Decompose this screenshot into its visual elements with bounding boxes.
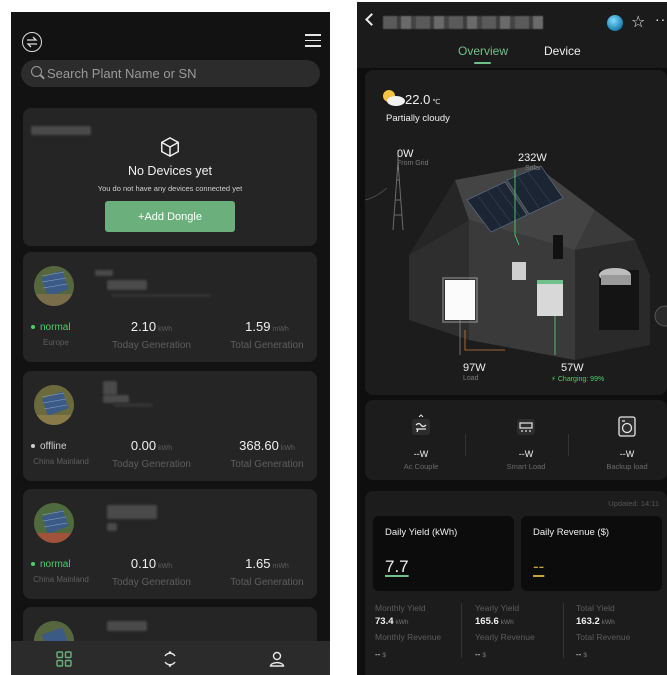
today-generation: 2.10 kWh Today Generation: [112, 319, 191, 351]
load-power: 97W: [463, 362, 486, 374]
total-generation: 1.59 mWh Total Generation: [230, 319, 304, 351]
plant-name-redacted: [107, 523, 117, 531]
daily-yield-value: 7.7: [385, 557, 409, 576]
energy-flow-panel: 22.0 ℃ Partially cloudy 0W From Grid 232W…: [365, 70, 667, 395]
star-icon[interactable]: ☆: [631, 12, 645, 32]
total-stats: Total Yield 163.2 kWh Total Revenue -- $: [576, 603, 631, 659]
plant-list-screen: No Devices yet You do not have any devic…: [11, 12, 330, 675]
temperature: 22.0 ℃: [405, 92, 441, 107]
region-label: China Mainland: [33, 457, 89, 466]
yearly-stats: Yearly Yield 165.6 kWh Yearly Revenue -- $: [475, 603, 535, 659]
globe-icon[interactable]: [607, 15, 623, 31]
loads-panel: --W Ac Couple --W Smart Load --W Backup …: [365, 400, 667, 480]
grid-power: 0W: [397, 148, 414, 160]
plant-card[interactable]: normal China Mainland 0.10 kWh Today Gene…: [23, 489, 317, 599]
status-badge: normal: [31, 559, 71, 570]
stats-separator: [461, 603, 462, 658]
plant-card[interactable]: normal Europe 2.10 kWh Today Generation 1…: [23, 252, 317, 362]
ac-couple-item[interactable]: --W Ac Couple: [381, 414, 461, 471]
plant-thumbnail: [34, 503, 74, 543]
yield-stats-panel: Updated: 14:11 Daily Yield (kWh) 7.7 Dai…: [365, 491, 667, 675]
plant-name-redacted: [31, 126, 91, 135]
refresh-icon[interactable]: [161, 650, 179, 668]
weather-condition: Partially cloudy: [386, 113, 450, 124]
loads-separator: [568, 434, 569, 456]
today-generation: 0.00 kWh Today Generation: [112, 438, 191, 470]
no-devices-subtitle: You do not have any devices connected ye…: [97, 184, 243, 193]
total-generation: 1.65 mWh Total Generation: [230, 556, 304, 588]
battery-power: 57W: [561, 362, 584, 374]
search-input[interactable]: [47, 60, 307, 87]
stats-separator: [563, 603, 564, 658]
monthly-stats: Monthly Yield 73.4 kWh Monthly Revenue --…: [375, 603, 442, 659]
plant-name-redacted: [107, 280, 147, 290]
plant-name-redacted: [107, 505, 157, 519]
search-bar[interactable]: [21, 60, 320, 87]
load-label: Load: [463, 375, 479, 382]
plant-thumbnail: [34, 266, 74, 306]
daily-yield-card[interactable]: Daily Yield (kWh) 7.7: [373, 516, 514, 591]
search-icon: [31, 66, 42, 77]
solar-label: Solar: [525, 165, 542, 172]
plant-name-redacted: [103, 395, 129, 403]
battery-status: ⚡ Charging: 99%: [551, 376, 605, 383]
user-icon[interactable]: [268, 650, 286, 668]
smart-load-item[interactable]: --W Smart Load: [486, 414, 566, 471]
today-generation: 0.10 kWh Today Generation: [112, 556, 191, 588]
total-generation: 368.60 kWh Total Generation: [230, 438, 304, 470]
ac-couple-icon: [412, 414, 430, 435]
plant-name-redacted: [95, 270, 113, 276]
smart-load-icon: [517, 419, 535, 435]
box-icon: [161, 137, 179, 157]
daily-revenue-value: --: [533, 557, 545, 576]
updated-time: Updated: 14:11: [608, 499, 659, 508]
plant-overview-screen: ☆ ·· Overview Device 22.0 ℃ Partially cl…: [357, 2, 667, 675]
loads-separator: [465, 434, 466, 456]
plant-title-redacted: [383, 16, 543, 29]
no-devices-title: No Devices yet: [127, 164, 213, 178]
active-tab-indicator: [474, 62, 491, 64]
tab-overview[interactable]: Overview: [458, 44, 508, 58]
washing-machine-icon: [618, 416, 636, 437]
plant-name-redacted: [107, 621, 147, 631]
status-badge: normal: [31, 322, 71, 333]
grid-label: From Grid: [397, 160, 429, 167]
plant-name-redacted: [111, 294, 211, 297]
bottom-nav: [11, 641, 330, 675]
region-label: Europe: [43, 338, 69, 347]
plant-name-redacted: [113, 403, 153, 407]
plant-thumbnail: [34, 385, 74, 425]
menu-icon[interactable]: [305, 34, 321, 48]
plant-card[interactable]: offline China Mainland 0.00 kWh Today Gen…: [23, 371, 317, 481]
back-icon[interactable]: [365, 13, 378, 26]
backup-load-item[interactable]: --W Backup load: [587, 414, 667, 471]
grid-icon[interactable]: [55, 650, 73, 668]
switch-icon[interactable]: [22, 32, 42, 52]
header: ☆ ·· Overview Device: [357, 2, 667, 68]
more-icon[interactable]: ··: [655, 11, 666, 27]
tab-device[interactable]: Device: [544, 44, 581, 58]
solar-power: 232W: [518, 152, 547, 164]
plant-name-redacted: [103, 381, 117, 395]
region-label: China Mainland: [33, 575, 89, 584]
no-devices-card: No Devices yet You do not have any devic…: [23, 108, 317, 246]
daily-revenue-card[interactable]: Daily Revenue ($) --: [521, 516, 662, 591]
add-dongle-button[interactable]: +Add Dongle: [105, 201, 235, 232]
status-badge: offline: [31, 441, 67, 452]
